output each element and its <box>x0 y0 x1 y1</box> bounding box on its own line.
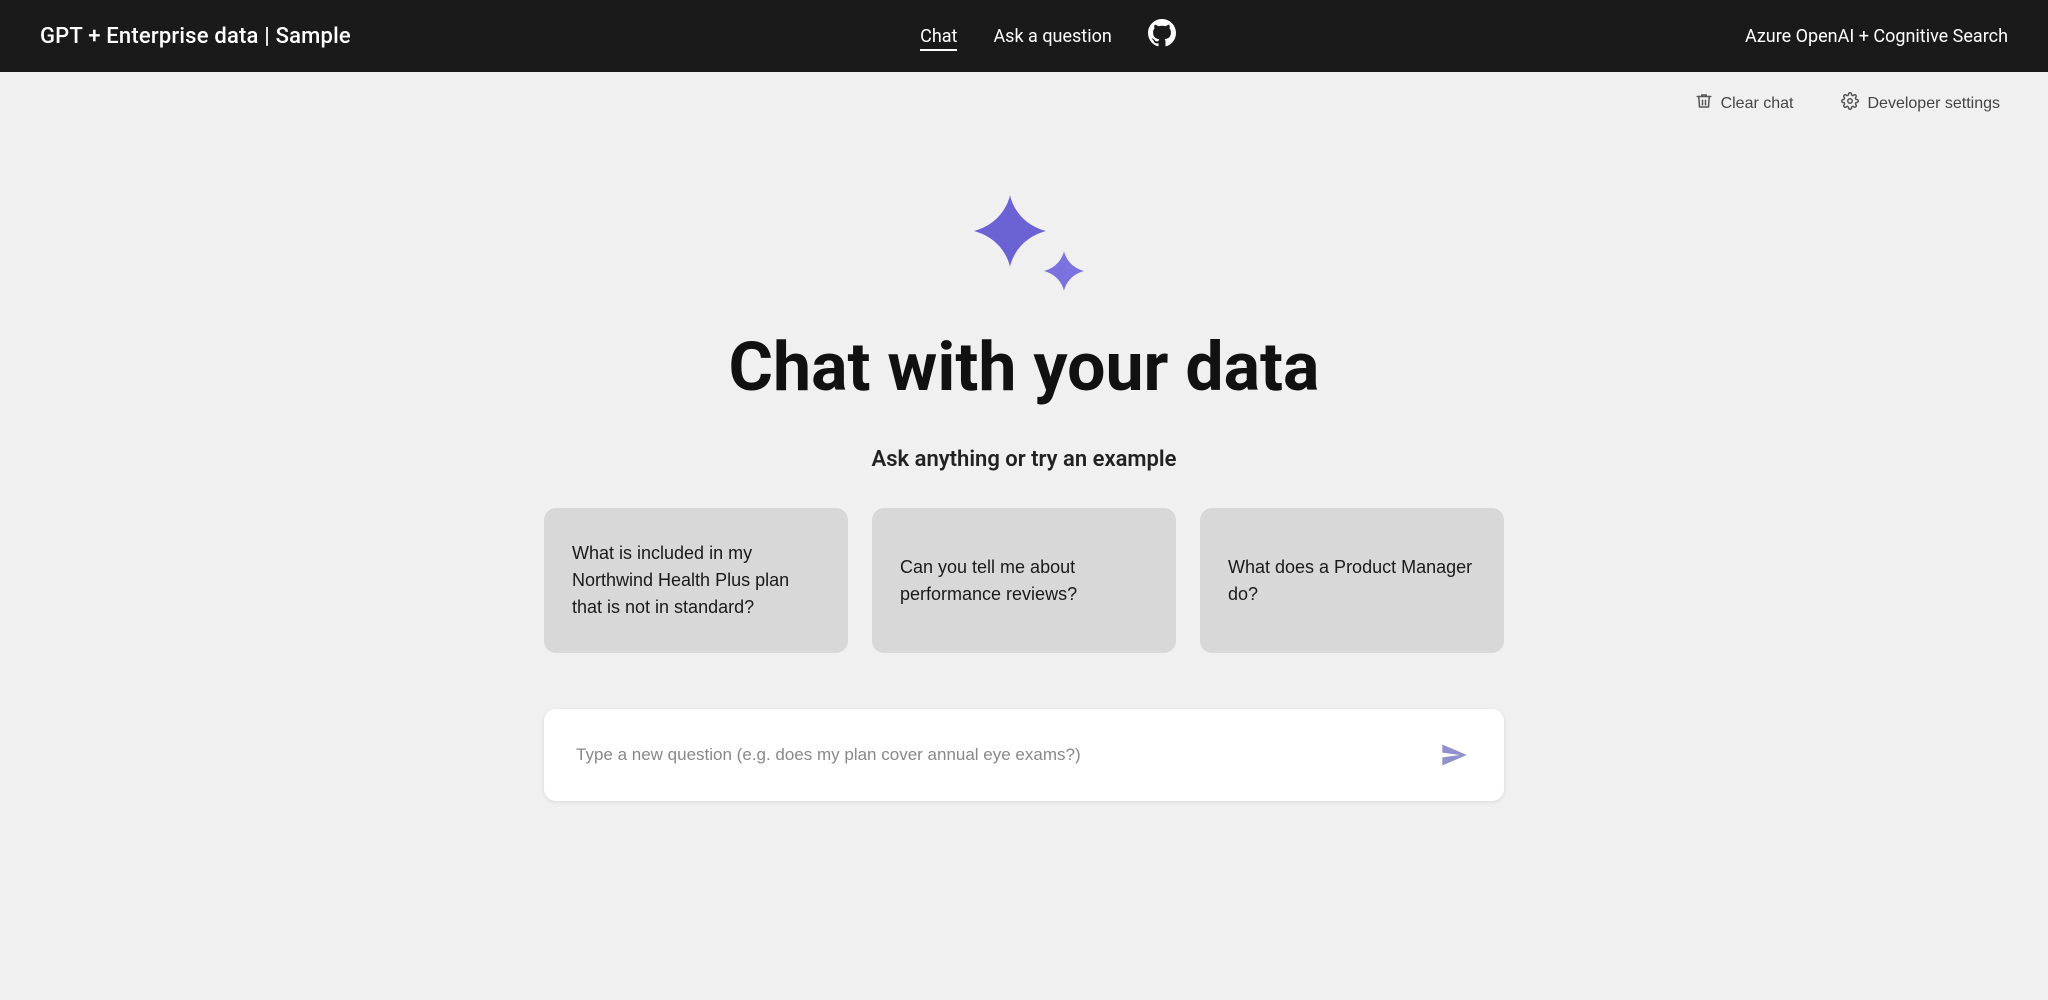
send-button[interactable] <box>1436 737 1472 773</box>
example-card-2[interactable]: Can you tell me about performance review… <box>872 508 1176 653</box>
toolbar: Clear chat Developer settings <box>0 72 2048 135</box>
clear-chat-button[interactable]: Clear chat <box>1687 88 1802 119</box>
example-card-3[interactable]: What does a Product Manager do? <box>1200 508 1504 653</box>
nav-chat[interactable]: Chat <box>920 22 957 51</box>
sparkle-decoration <box>964 195 1084 295</box>
developer-settings-label: Developer settings <box>1867 95 2000 113</box>
header-right-label: Azure OpenAI + Cognitive Search <box>1745 26 2008 47</box>
trash-icon <box>1695 92 1713 115</box>
gear-icon <box>1841 92 1859 115</box>
example-card-1[interactable]: What is included in my Northwind Health … <box>544 508 848 653</box>
sparkle-large <box>974 195 1046 271</box>
app-title: GPT + Enterprise data | Sample <box>40 24 351 49</box>
developer-settings-button[interactable]: Developer settings <box>1833 88 2008 119</box>
clear-chat-label: Clear chat <box>1721 95 1794 113</box>
header-nav: Chat Ask a question <box>920 19 1176 53</box>
main-content: Chat with your data Ask anything or try … <box>0 135 2048 841</box>
sparkle-small <box>1044 251 1084 295</box>
header: GPT + Enterprise data | Sample Chat Ask … <box>0 0 2048 72</box>
chat-input[interactable] <box>576 745 1420 765</box>
example-cards-container: What is included in my Northwind Health … <box>544 508 1504 653</box>
nav-ask-question[interactable]: Ask a question <box>993 22 1111 51</box>
header-left: GPT + Enterprise data | Sample <box>40 24 351 49</box>
github-icon[interactable] <box>1148 19 1176 53</box>
main-title: Chat with your data <box>729 327 1320 407</box>
chat-input-container <box>544 709 1504 801</box>
main-subtitle: Ask anything or try an example <box>872 447 1177 472</box>
